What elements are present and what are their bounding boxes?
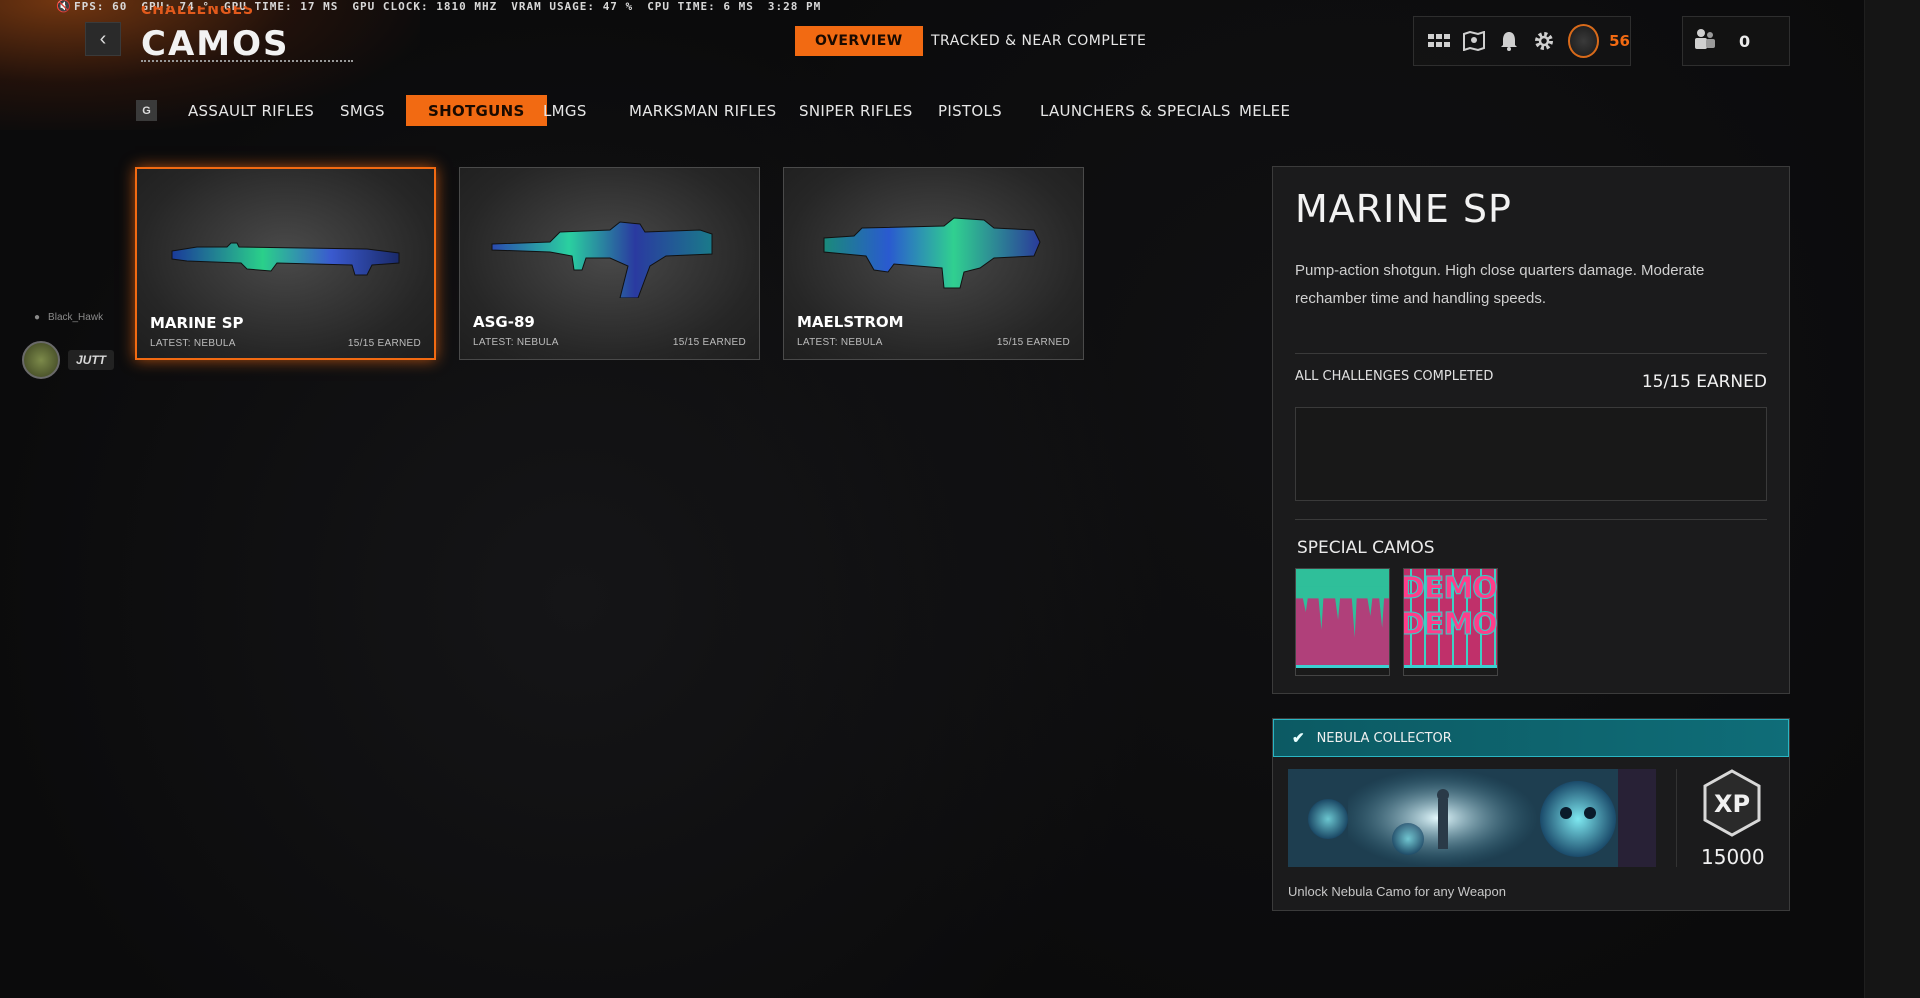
challenges-progress-box [1295,407,1767,501]
weapon-latest-camo: LATEST: NEBULA [797,337,883,348]
level-number: 56 [1609,32,1630,50]
weapon-name: ASG-89 [473,313,535,331]
category-pistols[interactable]: PISTOLS [916,95,1024,126]
back-button[interactable]: ‹ [85,22,121,56]
right-edge-strip [1864,0,1920,998]
category-lmgs[interactable]: LMGS [521,95,609,126]
weapon-detail-panel: MARINE SP Pump-action shotgun. High clos… [1272,166,1790,694]
fps-label: FPS: [74,0,105,13]
special-camo-demon[interactable]: DEMON DEMON [1403,568,1498,676]
category-sniper-rifles[interactable]: SNIPER RIFLES [777,95,935,126]
bell-icon[interactable] [1492,22,1527,60]
challenges-label: ALL CHALLENGES COMPLETED [1295,369,1494,384]
drip-pattern [1296,586,1389,638]
chevron-left-icon: ‹ [99,27,107,50]
shotgun-image [823,217,1041,289]
clock: 3:28 PM [767,0,822,13]
challenges-earned: 15/15 EARNED [1641,372,1767,392]
side-user-entry[interactable]: ● Black_Hawk [34,312,103,323]
divider [1295,353,1767,354]
vram-value: 47 % [602,0,634,13]
friends-count: 0 [1739,31,1751,51]
friends-icon [1693,28,1717,55]
weapon-name: MAELSTROM [797,313,904,331]
detail-description: Pump-action shotgun. High close quarters… [1295,262,1705,307]
cpu-time-value: 6 MS [723,0,754,13]
avatar [22,341,60,379]
demon-text: DEMON [1403,607,1497,642]
map-icon[interactable] [1457,22,1492,60]
reward-artwork [1288,769,1656,867]
category-melee[interactable]: MELEE [1217,95,1312,126]
weapon-earned: 15/15 EARNED [672,337,746,348]
xp-value: 15000 [1701,845,1765,869]
weapon-name: MARINE SP [150,314,244,332]
check-icon: ✔ [1292,730,1305,747]
side-user-name: JUTT [68,350,114,370]
divider [1295,519,1767,520]
gear-icon[interactable] [1527,22,1562,60]
category-marksman-rifles[interactable]: MARKSMAN RIFLES [607,95,799,126]
cpu-time-label: CPU TIME: [647,0,716,13]
category-assault-rifles[interactable]: ASSAULT RIFLES [166,95,336,126]
category-smgs[interactable]: SMGS [318,95,407,126]
grid-icon[interactable] [1422,22,1457,60]
demon-text: DEMON [1403,571,1497,606]
level-badge[interactable] [1567,24,1600,58]
reward-panel: ✔ NEBULA COLLECTOR XP 15000 Unlock Nebul… [1272,718,1790,911]
hud-toolbar: 56 [1413,16,1631,66]
page-title: CAMOS [141,24,290,64]
gpu-time-value: 17 MS [300,0,339,13]
mute-icon: 🔇 [56,0,72,13]
shotgun-image [171,242,400,276]
divider [1676,769,1677,867]
reward-banner: ✔ NEBULA COLLECTOR [1273,719,1789,757]
weapon-card-marine-sp[interactable]: MARINE SP LATEST: NEBULA 15/15 EARNED [135,167,436,360]
weapon-earned: 15/15 EARNED [996,337,1070,348]
xp-icon-text: XP [1714,790,1750,818]
friends-box[interactable]: 0 [1682,16,1790,66]
weapon-card-asg-89[interactable]: ASG-89 LATEST: NEBULA 15/15 EARNED [459,167,760,360]
tab-overview[interactable]: OVERVIEW [795,26,923,56]
camo-bar [1404,665,1497,675]
weapon-earned: 15/15 EARNED [347,338,421,349]
reward-unlock-text: Unlock Nebula Camo for any Weapon [1288,884,1506,899]
reward-name: NEBULA COLLECTOR [1316,730,1452,746]
detail-title: MARINE SP [1295,187,1512,231]
key-hint-g: G [136,100,157,121]
weapon-latest-camo: LATEST: NEBULA [150,338,236,349]
camo-bar [1296,665,1389,675]
gpu-clock-value: 1810 MHZ [436,0,498,13]
special-camos-label: SPECIAL CAMOS [1297,538,1435,558]
xp-icon: XP [1703,769,1761,837]
vram-label: VRAM USAGE: [511,0,596,13]
special-camo-drip[interactable] [1295,568,1390,676]
weapon-card-maelstrom[interactable]: MAELSTROM LATEST: NEBULA 15/15 EARNED [783,167,1084,360]
gpu-clock-label: GPU CLOCK: [352,0,429,13]
user-icon: ● [34,312,41,323]
tab-tracked-near-complete[interactable]: TRACKED & NEAR COMPLETE [911,26,1166,56]
side-user-name: Black_Hawk [48,312,104,323]
shotgun-image [491,221,713,298]
side-user-entry-active[interactable]: JUTT [22,341,114,379]
fps-value: 60 [112,0,128,13]
weapon-latest-camo: LATEST: NEBULA [473,337,559,348]
title-underline [141,60,353,62]
